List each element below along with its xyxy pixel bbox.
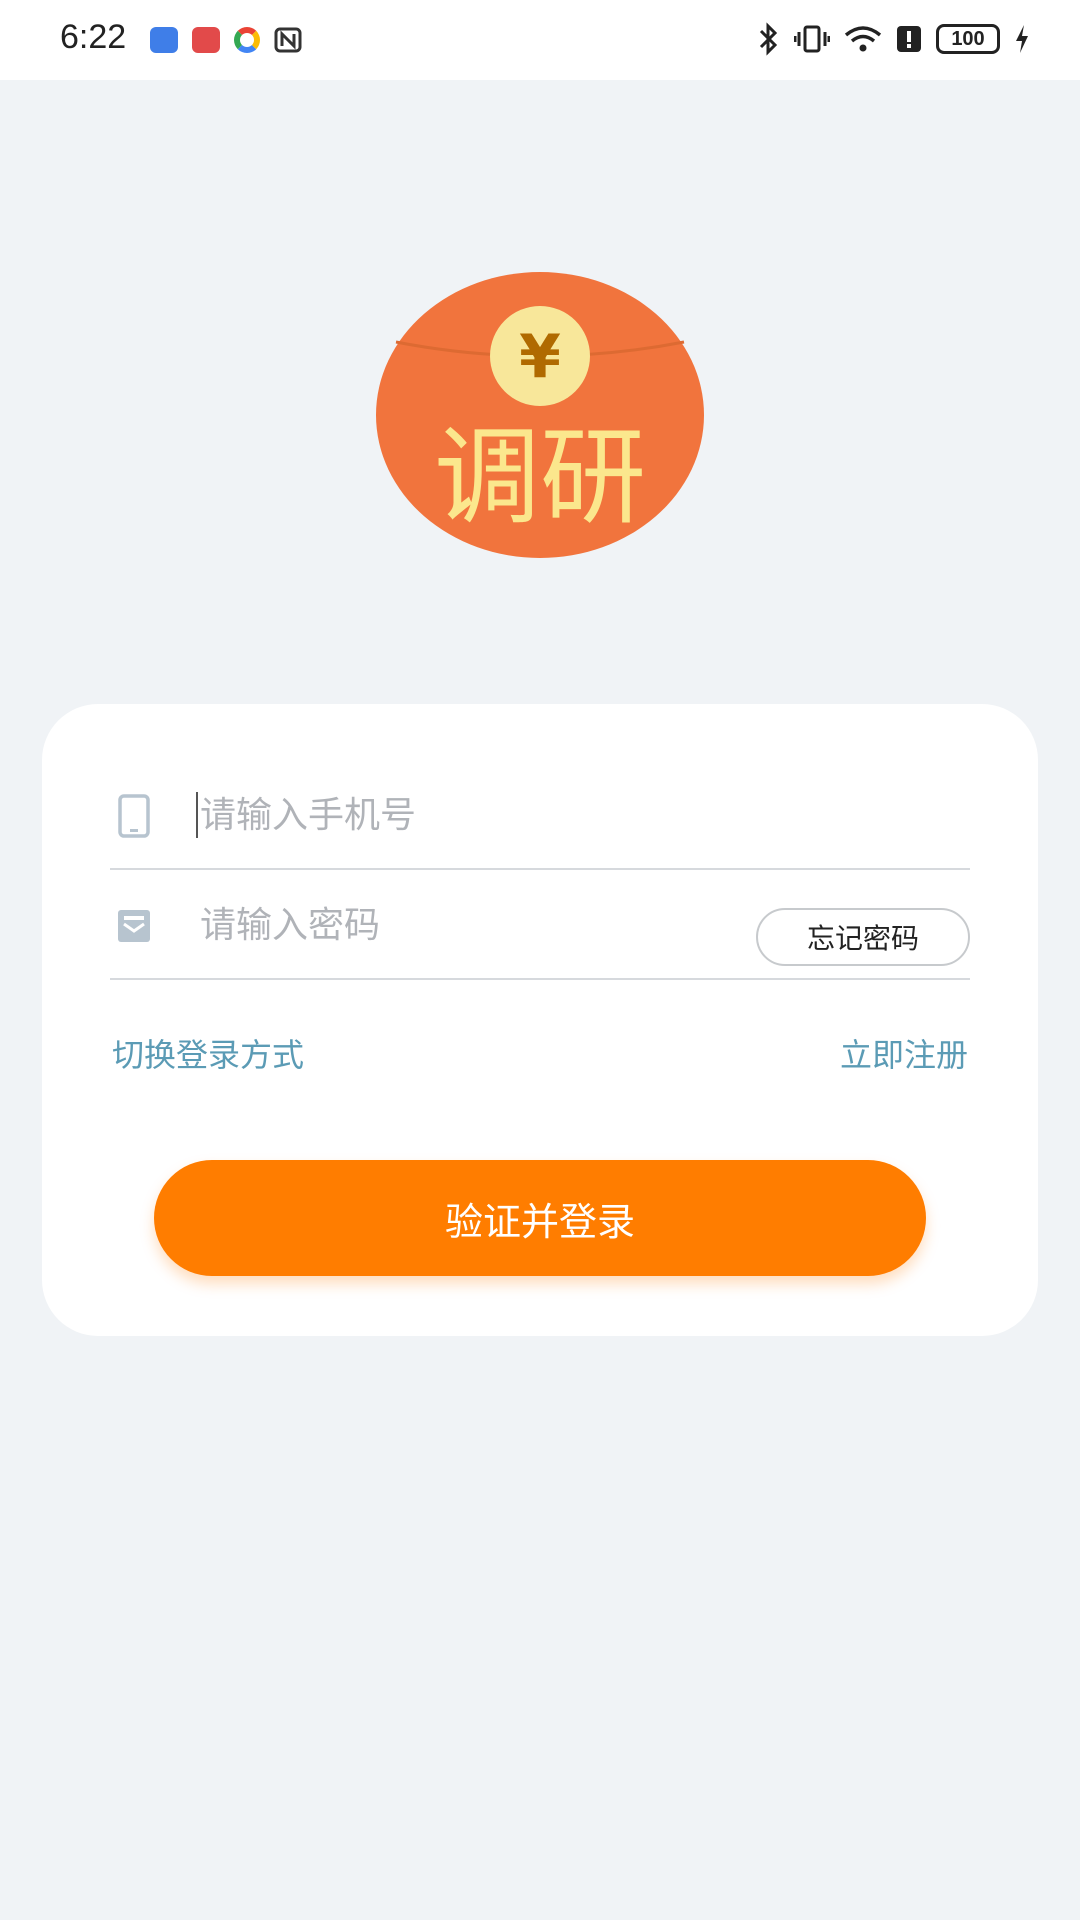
- verify-login-button[interactable]: 验证并登录: [154, 1160, 926, 1276]
- logo-currency-symbol: ¥: [519, 322, 561, 392]
- phone-field: [110, 762, 970, 870]
- charging-icon: [1016, 25, 1028, 53]
- wifi-icon: [844, 26, 882, 52]
- text-cursor: [196, 792, 198, 838]
- password-input[interactable]: [200, 890, 760, 960]
- red-app-icon: [192, 27, 220, 53]
- forgot-password-button[interactable]: 忘记密码: [756, 908, 970, 966]
- switch-login-method-link[interactable]: 切换登录方式: [112, 1030, 304, 1076]
- phone-input[interactable]: [200, 780, 760, 850]
- status-bar: 6:22 100: [0, 0, 1080, 80]
- status-time: 6:22: [60, 18, 127, 56]
- battery-icon: 100: [936, 24, 1000, 54]
- password-icon: [118, 910, 150, 942]
- logo-text: 调研: [434, 416, 646, 539]
- multicolor-app-icon: [234, 27, 260, 53]
- phone-icon: [118, 794, 150, 838]
- alert-icon: [897, 26, 921, 52]
- nfc-icon: [274, 27, 302, 53]
- register-link[interactable]: 立即注册: [840, 1030, 968, 1076]
- system-icons: 100: [758, 22, 1030, 56]
- vibrate-icon: [794, 25, 830, 53]
- app-logo: ¥ 调研: [376, 272, 704, 558]
- bluetooth-icon: [759, 22, 778, 56]
- notification-icons: [150, 27, 302, 53]
- blue-app-icon: [150, 27, 178, 53]
- password-field: 忘记密码: [110, 872, 970, 980]
